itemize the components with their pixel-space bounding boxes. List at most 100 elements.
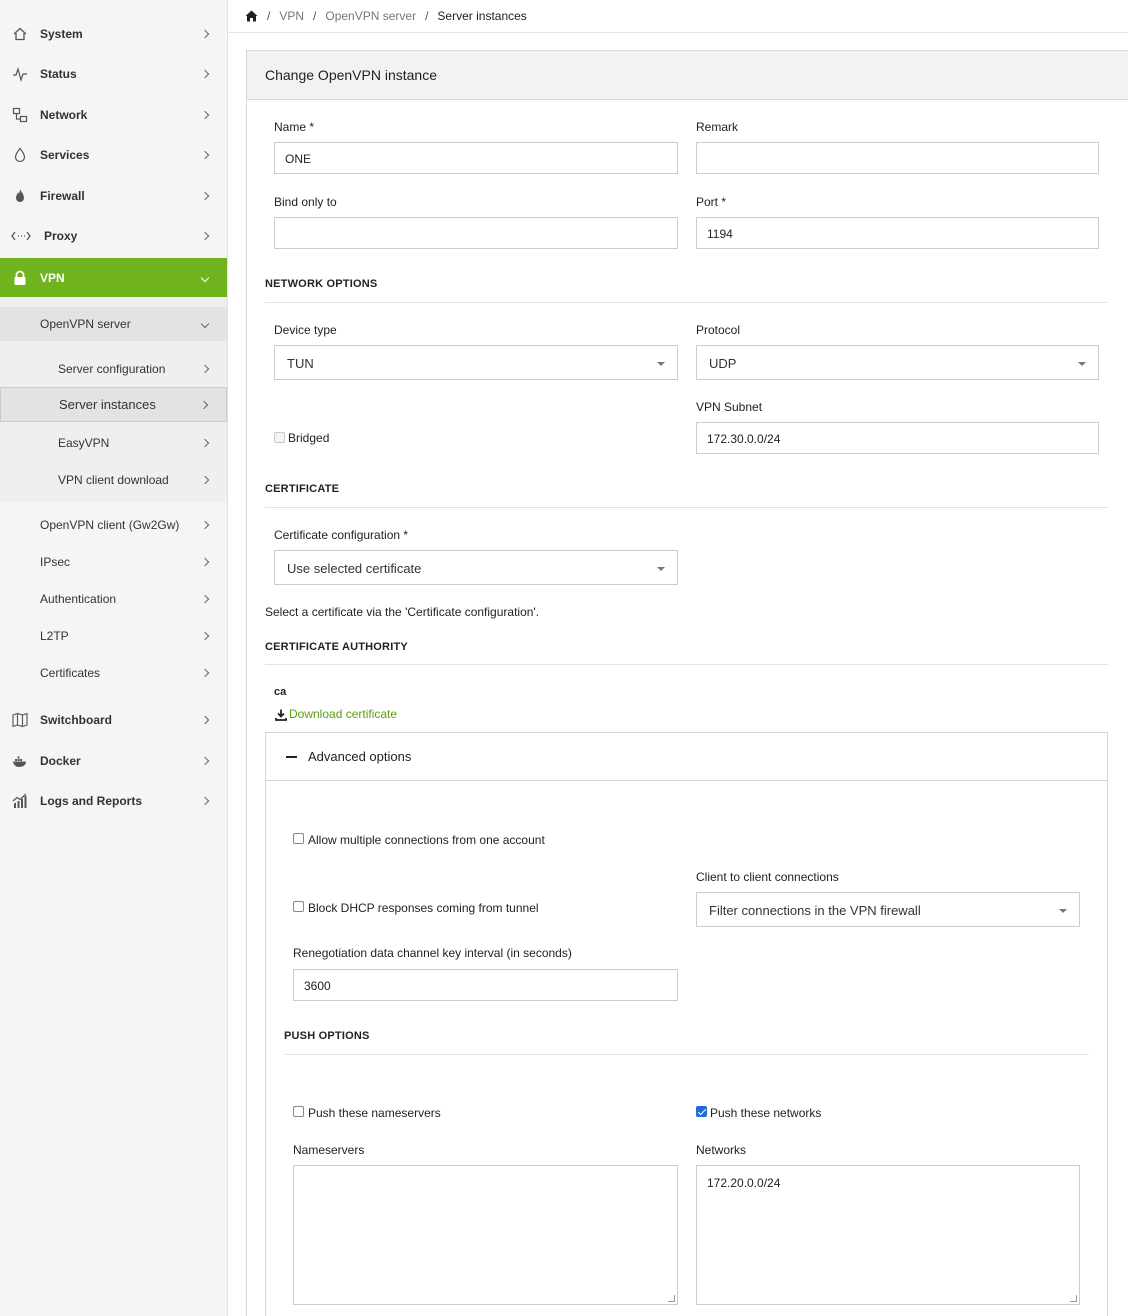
sidebar-item-proxy[interactable]: Proxy — [0, 216, 227, 256]
resize-grip-icon[interactable] — [668, 1295, 675, 1302]
push-networks-checkbox[interactable] — [696, 1106, 707, 1117]
ca-name: ca — [274, 686, 287, 698]
certificate-heading: CERTIFICATE — [265, 483, 340, 495]
divider — [265, 302, 1108, 303]
port-input[interactable]: 1194 — [696, 217, 1099, 249]
chevron-right-icon — [200, 110, 210, 120]
caret-down-icon — [657, 567, 665, 571]
nameservers-label: Nameservers — [293, 1143, 365, 1157]
chevron-right-icon — [200, 438, 210, 447]
chevron-right-icon — [200, 668, 210, 678]
sidebar-item-switchboard[interactable]: Switchboard — [0, 700, 227, 740]
network-icon — [12, 107, 28, 123]
sidebar-item-openvpn-client[interactable]: OpenVPN client (Gw2Gw) — [0, 507, 227, 543]
docker-icon — [12, 753, 28, 769]
push-nameservers-label: Push these nameservers — [308, 1106, 441, 1120]
bind-label: Bind only to — [274, 195, 337, 209]
chevron-right-icon — [200, 796, 210, 806]
lock-icon — [12, 270, 28, 286]
flame-icon — [12, 188, 28, 204]
block-dhcp-checkbox[interactable] — [293, 901, 304, 912]
nameservers-textarea[interactable] — [293, 1165, 678, 1305]
allow-multiple-checkbox[interactable] — [293, 833, 304, 844]
chevron-right-icon — [200, 231, 210, 241]
arrows-icon — [11, 228, 31, 244]
protocol-select[interactable]: UDP — [696, 345, 1099, 380]
chevron-down-icon — [200, 273, 210, 282]
chevron-right-icon — [200, 715, 210, 725]
divider — [265, 664, 1108, 665]
name-label: Name * — [274, 120, 315, 134]
download-certificate-link[interactable]: Download certificate — [289, 707, 397, 721]
advanced-options-header[interactable]: Advanced options — [266, 733, 1107, 781]
panel-title: Change OpenVPN instance — [247, 51, 1128, 100]
download-icon — [275, 709, 287, 724]
chevron-right-icon — [200, 69, 210, 79]
sidebar-item-services[interactable]: Services — [0, 135, 227, 175]
network-options-heading: NETWORK OPTIONS — [265, 278, 378, 290]
chevron-right-icon — [200, 631, 210, 641]
sidebar-item-certificates[interactable]: Certificates — [0, 655, 227, 691]
sidebar-item-system[interactable]: System — [0, 14, 227, 54]
certificate-authority-heading: CERTIFICATE AUTHORITY — [265, 641, 408, 653]
sidebar-item-firewall[interactable]: Firewall — [0, 176, 227, 216]
device-type-select[interactable]: TUN — [274, 345, 678, 380]
chevron-right-icon — [200, 557, 210, 567]
block-dhcp-label: Block DHCP responses coming from tunnel — [308, 901, 539, 915]
name-input[interactable]: ONE — [274, 142, 678, 174]
sidebar-item-status[interactable]: Status — [0, 54, 227, 94]
chevron-right-icon — [200, 520, 210, 530]
caret-down-icon — [1078, 362, 1086, 366]
vpn-subnet-input[interactable]: 172.30.0.0/24 — [696, 422, 1099, 454]
home-icon — [12, 26, 28, 42]
remark-input[interactable] — [696, 142, 1099, 174]
push-nameservers-checkbox[interactable] — [293, 1106, 304, 1117]
resize-grip-icon[interactable] — [1070, 1295, 1077, 1302]
sidebar-item-vpn-client-download[interactable]: VPN client download — [0, 461, 227, 498]
breadcrumb-vpn[interactable]: VPN — [279, 9, 304, 23]
remark-label: Remark — [696, 120, 739, 134]
port-label: Port * — [696, 195, 727, 209]
chevron-right-icon — [199, 400, 209, 409]
vpn-subnet-label: VPN Subnet — [696, 400, 763, 414]
pulse-icon — [12, 66, 28, 82]
home-icon[interactable] — [245, 10, 258, 22]
sidebar-item-server-instances[interactable]: Server instances — [0, 387, 227, 422]
sidebar-item-ipsec[interactable]: IPsec — [0, 544, 227, 580]
chevron-down-icon — [200, 319, 210, 329]
sidebar-item-openvpn-server[interactable]: OpenVPN server — [0, 307, 227, 341]
device-type-label: Device type — [274, 323, 337, 337]
cert-config-select[interactable]: Use selected certificate — [274, 550, 678, 585]
networks-textarea[interactable]: 172.20.0.0/24 — [696, 1165, 1080, 1305]
chevron-right-icon — [200, 475, 210, 484]
allow-multiple-label: Allow multiple connections from one acco… — [308, 833, 545, 847]
bridged-checkbox[interactable] — [274, 432, 285, 443]
c2c-select[interactable]: Filter connections in the VPN firewall — [696, 892, 1080, 927]
breadcrumb: / VPN / OpenVPN server / Server instance… — [229, 0, 1128, 33]
sidebar-item-logs-and-reports[interactable]: Logs and Reports — [0, 781, 227, 821]
c2c-label: Client to client connections — [696, 870, 839, 884]
breadcrumb-openvpn-server[interactable]: OpenVPN server — [325, 9, 416, 23]
chart-icon — [12, 793, 28, 809]
sidebar-item-server-configuration[interactable]: Server configuration — [0, 350, 227, 387]
protocol-label: Protocol — [696, 323, 741, 337]
caret-down-icon — [1059, 909, 1067, 913]
sidebar-item-easyvpn[interactable]: EasyVPN — [0, 424, 227, 461]
divider — [284, 1054, 1089, 1055]
reneg-label: Renegotiation data channel key interval … — [293, 946, 572, 960]
networks-label: Networks — [696, 1143, 747, 1157]
cert-hint: Select a certificate via the 'Certificat… — [265, 605, 540, 619]
chevron-right-icon — [200, 594, 210, 604]
sidebar-item-authentication[interactable]: Authentication — [0, 581, 227, 617]
sidebar-item-l2tp[interactable]: L2TP — [0, 618, 227, 654]
sidebar-item-docker[interactable]: Docker — [0, 741, 227, 781]
chevron-right-icon — [200, 364, 210, 373]
sidebar-item-network[interactable]: Network — [0, 95, 227, 135]
cert-config-label: Certificate configuration * — [274, 528, 409, 542]
reneg-input[interactable]: 3600 — [293, 969, 678, 1001]
bind-input[interactable] — [274, 217, 678, 249]
collapse-icon — [286, 756, 297, 758]
sidebar-item-vpn[interactable]: VPN — [0, 258, 227, 297]
map-icon — [12, 712, 28, 728]
push-networks-label: Push these networks — [710, 1106, 822, 1120]
